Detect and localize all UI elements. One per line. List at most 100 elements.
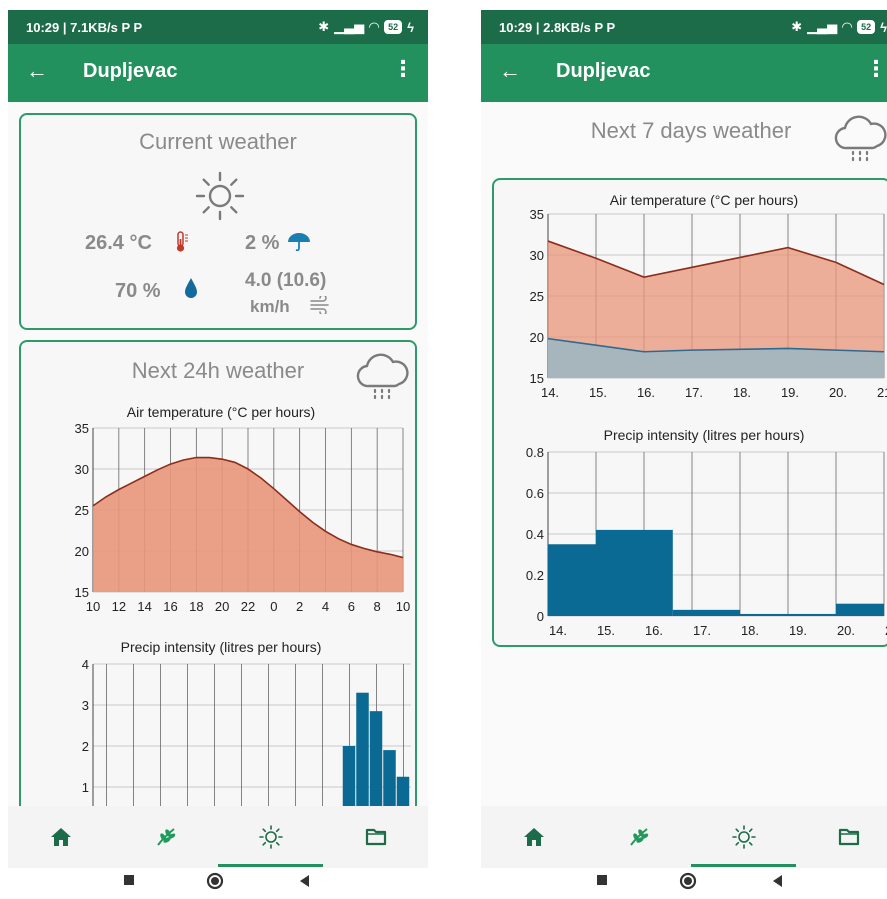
app-bar: ← Dupljevac ⋮ bbox=[481, 44, 887, 102]
status-icons: ✱ ▁▃▅ ◠ 52 ϟ bbox=[791, 19, 887, 35]
recents-icon bbox=[124, 875, 134, 885]
y-tick-label: 15 bbox=[530, 371, 544, 386]
temp-area bbox=[93, 457, 403, 592]
x-tick-label: 2 bbox=[296, 599, 303, 614]
x-tick-label: 18. bbox=[733, 385, 751, 400]
wifi-icon: ◠ bbox=[842, 19, 853, 34]
x-tick-label: 8 bbox=[374, 599, 381, 614]
temp-24h-chart: Air temperature (°C per hours) 152025303… bbox=[75, 404, 411, 614]
x-tick-label: 18 bbox=[189, 599, 203, 614]
plant-icon bbox=[629, 828, 648, 846]
bottom-nav bbox=[481, 806, 887, 868]
y-tick-label: 15 bbox=[75, 585, 89, 600]
nav-home-button[interactable] bbox=[8, 806, 113, 868]
triangle-back-icon bbox=[300, 875, 309, 887]
back-system-button[interactable] bbox=[296, 872, 314, 895]
back-arrow-icon[interactable]: ← bbox=[26, 58, 48, 84]
precip-7day-chart: Precip intensity (litres per hours) 0 0.2… bbox=[526, 427, 887, 638]
y-tick-label: 4 bbox=[82, 657, 89, 672]
next-7days-title: Next 7 days weather bbox=[590, 118, 792, 143]
precip-bar bbox=[548, 544, 596, 616]
x-tick-label: 10 bbox=[86, 599, 100, 614]
y-tick-label: 35 bbox=[530, 207, 544, 222]
x-tick-label: 15. bbox=[597, 623, 615, 638]
bluetooth-icon: ✱ bbox=[318, 19, 330, 34]
screen-current-weather: 10:29 | 7.1KB/s P P ✱ ▁▃▅ ◠ 52 ϟ ← Duplj… bbox=[8, 10, 428, 899]
x-tick-label: 0 bbox=[270, 599, 277, 614]
carrier-icons: P P bbox=[594, 20, 616, 35]
system-nav bbox=[481, 868, 887, 899]
battery-icon: 52 bbox=[857, 20, 876, 34]
sun-icon bbox=[195, 171, 245, 221]
bottom-nav bbox=[8, 806, 428, 868]
plant-icon bbox=[156, 828, 175, 846]
home-system-button[interactable] bbox=[206, 872, 224, 895]
status-time-text: 10:29 | 2.8KB/s bbox=[499, 20, 591, 35]
precip-probability-value: 2 % bbox=[245, 232, 280, 254]
charging-icon: ϟ bbox=[407, 19, 414, 35]
charging-icon: ϟ bbox=[880, 19, 887, 35]
battery-icon: 52 bbox=[384, 20, 403, 34]
signal-icon: ▁▃▅ bbox=[807, 19, 838, 34]
x-tick-label: 14 bbox=[137, 599, 151, 614]
x-tick-label: 20. bbox=[837, 623, 855, 638]
y-tick-label: 25 bbox=[530, 289, 544, 304]
cloud-rain-icon bbox=[834, 115, 887, 162]
x-tick-label: 4 bbox=[322, 599, 329, 614]
x-tick-label: 19. bbox=[781, 385, 799, 400]
status-icons: ✱ ▁▃▅ ◠ 52 ϟ bbox=[318, 19, 414, 35]
wind-icon bbox=[310, 296, 329, 314]
app-bar: ← Dupljevac ⋮ bbox=[8, 44, 428, 102]
signal-icon: ▁▃▅ bbox=[334, 19, 365, 34]
page-title: Dupljevac bbox=[83, 60, 178, 82]
recents-button[interactable] bbox=[594, 872, 612, 895]
screen-7day-weather: 10:29 | 2.8KB/s P P ✱ ▁▃▅ ◠ 52 ϟ ← Duplj… bbox=[481, 10, 887, 899]
next-7days-card: Air temperature (°C per hours) 15 20 25 30 3… bbox=[492, 178, 887, 647]
home-icon bbox=[523, 828, 544, 846]
overflow-menu-icon[interactable]: ⋮ bbox=[865, 56, 887, 82]
nav-plant-button[interactable] bbox=[113, 806, 218, 868]
carrier-icons: P P bbox=[121, 20, 143, 35]
x-tick-label: 16 bbox=[163, 599, 177, 614]
cloud-rain-icon bbox=[356, 353, 409, 400]
y-tick-label: 0.6 bbox=[526, 486, 544, 501]
status-bar: 10:29 | 7.1KB/s P P ✱ ▁▃▅ ◠ 52 ϟ bbox=[8, 10, 428, 44]
active-tab-indicator bbox=[218, 864, 323, 867]
folder-icon bbox=[838, 828, 859, 846]
chart-title: Air temperature (°C per hours) bbox=[610, 192, 798, 208]
x-tick-label: 17. bbox=[693, 623, 711, 638]
x-tick-label: 17. bbox=[685, 385, 703, 400]
wind-unit: km/h bbox=[250, 297, 290, 316]
x-tick-label: 18. bbox=[741, 623, 759, 638]
nav-weather-button[interactable] bbox=[218, 806, 323, 868]
wind-speed-value: 4.0 (10.6) bbox=[245, 270, 327, 291]
nav-folder-button[interactable] bbox=[323, 806, 428, 868]
back-arrow-icon[interactable]: ← bbox=[499, 58, 521, 84]
next-24h-card: Next 24h weather Air temperature (°C per… bbox=[19, 340, 417, 864]
nav-home-button[interactable] bbox=[481, 806, 586, 868]
home-system-button[interactable] bbox=[679, 872, 697, 895]
back-system-button[interactable] bbox=[769, 872, 787, 895]
precip-bar bbox=[836, 603, 884, 616]
water-drop-icon bbox=[185, 278, 197, 298]
nav-plant-button[interactable] bbox=[586, 806, 691, 868]
home-icon bbox=[50, 828, 71, 846]
recents-icon bbox=[597, 875, 607, 885]
status-bar: 10:29 | 2.8KB/s P P ✱ ▁▃▅ ◠ 52 ϟ bbox=[481, 10, 887, 44]
y-tick-label: 2 bbox=[82, 739, 89, 754]
temperature-value: 26.4 °C bbox=[85, 232, 152, 254]
nav-weather-button[interactable] bbox=[691, 806, 796, 868]
status-time: 10:29 | 7.1KB/s P P bbox=[26, 20, 142, 35]
current-weather-card: Current weather 26.4 °C 2 % 70 % 4.0 (10… bbox=[19, 113, 417, 330]
thermometer-icon bbox=[176, 231, 188, 252]
humidity-value: 70 % bbox=[115, 280, 161, 302]
y-tick-label: 0.2 bbox=[526, 568, 544, 583]
status-time: 10:29 | 2.8KB/s P P bbox=[499, 20, 615, 35]
system-nav bbox=[8, 868, 428, 899]
y-tick-label: 35 bbox=[75, 421, 89, 436]
chart-title: Air temperature (°C per hours) bbox=[127, 404, 315, 420]
overflow-menu-icon[interactable]: ⋮ bbox=[392, 56, 414, 82]
recents-button[interactable] bbox=[121, 872, 139, 895]
nav-folder-button[interactable] bbox=[796, 806, 887, 868]
weather-icon bbox=[731, 825, 756, 849]
